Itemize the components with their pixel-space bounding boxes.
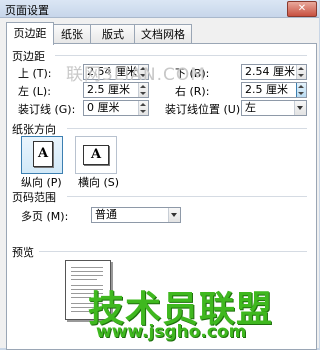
bottom-margin-value: 2.54 厘米 — [245, 65, 295, 78]
arrow-up-icon — [140, 85, 146, 88]
portrait-page-icon: A — [33, 141, 53, 167]
margins-panel: 页边距 上 (T): 2.54 厘米 下 (B): 2.54 厘米 左 (L):… — [6, 43, 317, 350]
bottom-margin-spinner[interactable] — [296, 65, 306, 79]
close-icon: ✕ — [297, 3, 307, 14]
left-margin-value: 2.5 厘米 — [87, 83, 130, 96]
gutter-value: 0 厘米 — [87, 101, 120, 114]
gutter-position-value: 左 — [245, 101, 256, 114]
pages-section-label: 页码范围 — [12, 191, 56, 204]
chevron-down-icon — [171, 213, 177, 217]
section-divider — [55, 55, 307, 56]
landscape-button[interactable]: A — [75, 136, 117, 174]
landscape-label[interactable]: 横向 (S) — [78, 174, 119, 190]
left-margin-spinner[interactable] — [138, 83, 148, 97]
preview-text-line — [71, 311, 95, 312]
preview-text-line — [71, 275, 103, 276]
gutter-position-select[interactable]: 左 — [241, 100, 307, 116]
preview-page — [65, 260, 111, 320]
close-button[interactable]: ✕ — [287, 1, 317, 17]
preview-text-line — [71, 289, 103, 290]
arrow-down-icon — [298, 74, 304, 77]
page-setup-dialog: 页面设置 ✕ 页边距 纸张 版式 文档网格 页边距 上 (T): 2.54 厘米… — [0, 0, 319, 350]
top-margin-label: 上 (T): — [18, 67, 52, 80]
orientation-section-label: 纸张方向 — [12, 123, 56, 136]
preview-text-line — [71, 297, 91, 298]
tab-paper[interactable]: 纸张 — [52, 24, 92, 44]
bottom-margin-input[interactable]: 2.54 厘米 — [241, 64, 307, 80]
chevron-down-icon — [297, 106, 303, 110]
preview-text-line — [71, 293, 103, 294]
top-margin-value: 2.54 厘米 — [87, 65, 137, 78]
gutter-label: 装订线 (G): — [18, 103, 76, 116]
landscape-page-icon: A — [83, 145, 109, 165]
section-divider — [67, 196, 307, 197]
section-divider — [39, 251, 307, 252]
preview-text-line — [71, 279, 97, 280]
portrait-label[interactable]: 纵向 (P) — [21, 174, 62, 190]
preview-text-line — [71, 285, 103, 286]
preview-text-line — [71, 267, 103, 268]
bottom-margin-label: 下 (B): — [175, 67, 210, 80]
multiple-pages-label: 多页 (M): — [21, 210, 69, 223]
tab-document-grid[interactable]: 文档网格 — [134, 24, 192, 44]
gutter-position-label: 装订线位置 (U): — [165, 103, 244, 116]
multiple-pages-select[interactable]: 普通 — [91, 207, 181, 223]
arrow-up-icon — [140, 103, 146, 106]
portrait-button[interactable]: A — [21, 136, 63, 174]
right-margin-value: 2.5 厘米 — [245, 83, 288, 96]
left-margin-input[interactable]: 2.5 厘米 — [83, 82, 149, 98]
arrow-down-icon — [140, 74, 146, 77]
gutter-input[interactable]: 0 厘米 — [83, 100, 149, 116]
section-divider — [67, 128, 307, 129]
top-margin-input[interactable]: 2.54 厘米 — [83, 64, 149, 80]
preview-text-line — [71, 271, 103, 272]
multiple-pages-value: 普通 — [95, 208, 117, 221]
dialog-title: 页面设置 — [5, 4, 49, 17]
arrow-up-icon — [298, 67, 304, 70]
arrow-down-icon — [140, 92, 146, 95]
arrow-up-icon — [298, 85, 304, 88]
tab-layout[interactable]: 版式 — [90, 24, 136, 44]
margins-section-label: 页边距 — [12, 50, 45, 63]
multiple-pages-dropdown[interactable] — [168, 208, 180, 222]
right-margin-spinner[interactable] — [296, 83, 306, 97]
preview-text-line — [71, 307, 103, 308]
gutter-spinner[interactable] — [138, 101, 148, 115]
tab-margins[interactable]: 页边距 — [6, 22, 54, 45]
gutter-position-dropdown[interactable] — [294, 101, 306, 115]
arrow-down-icon — [140, 110, 146, 113]
arrow-down-icon — [298, 92, 304, 95]
preview-section-label: 预览 — [12, 246, 34, 259]
right-margin-input[interactable]: 2.5 厘米 — [241, 82, 307, 98]
title-bar[interactable]: 页面设置 ✕ — [0, 0, 319, 18]
right-margin-label: 右 (R): — [175, 85, 210, 98]
left-margin-label: 左 (L): — [18, 85, 51, 98]
arrow-up-icon — [140, 67, 146, 70]
preview-text-line — [71, 303, 103, 304]
top-margin-spinner[interactable] — [138, 65, 148, 79]
